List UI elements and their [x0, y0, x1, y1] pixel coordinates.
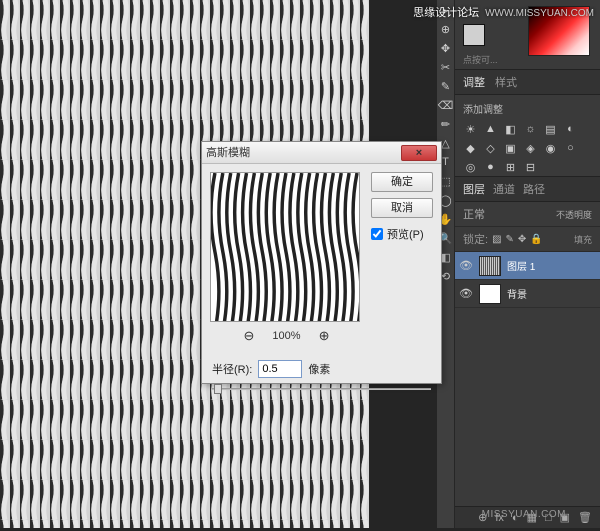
layer-thumb — [479, 284, 501, 304]
slider-thumb[interactable] — [214, 384, 222, 394]
tab-paths[interactable]: 路径 — [523, 181, 545, 197]
tool-2[interactable]: ✥ — [438, 39, 454, 57]
radius-unit: 像素 — [308, 361, 330, 377]
adjustments-panel: 添加调整 ☀ ▲ ◧ ☼ ▤ ◐ ◆ ◇ ▣ ◈ ◉ ○ ◎ ● ⊞ ⊟ — [455, 95, 600, 177]
tab-layers[interactable]: 图层 — [463, 181, 485, 197]
adjust-icon-3[interactable]: ☼ — [523, 122, 538, 136]
blend-mode-select[interactable]: 正常 — [463, 206, 485, 222]
fill-label: 填充 — [574, 233, 592, 246]
adjust-icon-6[interactable]: ◆ — [463, 141, 478, 155]
dialog-titlebar[interactable]: 高斯模糊 × — [202, 142, 441, 164]
adjust-icon-15[interactable]: ⊟ — [523, 160, 538, 174]
lock-pixels-icon[interactable]: ✎ — [506, 234, 514, 245]
visibility-icon[interactable]: 👁 — [459, 287, 473, 300]
adjust-icon-9[interactable]: ◈ — [523, 141, 538, 155]
color-hint: 点按可... — [463, 53, 498, 66]
zoom-in-button[interactable]: ⊕ — [319, 328, 330, 344]
adjust-icon-7[interactable]: ◇ — [483, 141, 498, 155]
adjust-icon-5[interactable]: ◐ — [563, 122, 578, 136]
foreground-color[interactable] — [463, 24, 485, 46]
right-panel-group: ▸⊕✥✂✎⌫✏△T⬚◯✋🔍◧⟲ 点按可... 调整 样式 添加调整 ☀▲◧☼▤◐… — [454, 0, 600, 528]
preview-image — [211, 173, 359, 321]
lock-position-icon[interactable]: ✥ — [518, 234, 526, 245]
tool-5[interactable]: ⌫ — [438, 96, 454, 114]
layer-name: 图层 1 — [507, 258, 535, 273]
lock-label: 锁定: — [463, 231, 488, 247]
visibility-icon[interactable]: 👁 — [459, 259, 473, 272]
preview-checkbox[interactable] — [371, 228, 383, 240]
preview-box[interactable] — [210, 172, 360, 322]
tab-channels[interactable]: 通道 — [493, 181, 515, 197]
adjust-icon-2[interactable]: ◧ — [503, 122, 518, 136]
adjust-tabs: 调整 样式 — [455, 70, 600, 95]
cancel-button[interactable]: 取消 — [371, 198, 433, 218]
layer-row[interactable]: 👁 背景 — [455, 280, 600, 308]
tab-adjustments[interactable]: 调整 — [463, 74, 485, 90]
layer-list: 👁 图层 1 👁 背景 — [455, 252, 600, 308]
tool-6[interactable]: ✏ — [438, 115, 454, 133]
dialog-title-text: 高斯模糊 — [206, 142, 250, 164]
layer-footer-icon-6[interactable]: 🗑 — [578, 511, 592, 524]
watermark-bottom: MISSYUAN.COM — [482, 509, 566, 520]
lock-all-icon[interactable]: 🔒 — [530, 234, 542, 245]
adjust-icon-8[interactable]: ▣ — [503, 141, 518, 155]
tab-styles[interactable]: 样式 — [495, 74, 517, 90]
tool-3[interactable]: ✂ — [438, 58, 454, 76]
preview-checkbox-row[interactable]: 预览(P) — [371, 226, 433, 242]
adjust-icon-11[interactable]: ○ — [563, 141, 578, 155]
adjust-icon-1[interactable]: ▲ — [483, 122, 498, 136]
gaussian-blur-dialog: 高斯模糊 × — [201, 141, 442, 384]
adjust-icon-10[interactable]: ◉ — [543, 141, 558, 155]
radius-input[interactable] — [258, 360, 302, 378]
radius-label: 半径(R): — [212, 361, 252, 377]
adjust-icon-0[interactable]: ☀ — [463, 122, 478, 136]
radius-slider[interactable] — [212, 382, 431, 396]
opacity-label: 不透明度 — [556, 208, 592, 221]
layers-tabs: 图层 通道 路径 — [455, 177, 600, 202]
layer-row[interactable]: 👁 图层 1 — [455, 252, 600, 280]
adjust-icon-12[interactable]: ◎ — [463, 160, 478, 174]
adjust-icon-14[interactable]: ⊞ — [503, 160, 518, 174]
zoom-percent: 100% — [272, 330, 300, 342]
lock-transparency-icon[interactable]: ▨ — [492, 234, 501, 245]
layer-thumb — [479, 256, 501, 276]
watermark-top: 思缘设计论坛WWW.MISSYUAN.COM — [413, 4, 594, 20]
add-adjustment-label: 添加调整 — [463, 101, 592, 116]
adjust-icon-13[interactable]: ● — [483, 160, 498, 174]
tool-4[interactable]: ✎ — [438, 77, 454, 95]
adjust-icon-4[interactable]: ▤ — [543, 122, 558, 136]
tool-1[interactable]: ⊕ — [438, 20, 454, 38]
layer-name: 背景 — [507, 286, 527, 301]
ok-button[interactable]: 确定 — [371, 172, 433, 192]
zoom-out-button[interactable]: ⊖ — [244, 328, 255, 344]
close-button[interactable]: × — [401, 145, 437, 161]
